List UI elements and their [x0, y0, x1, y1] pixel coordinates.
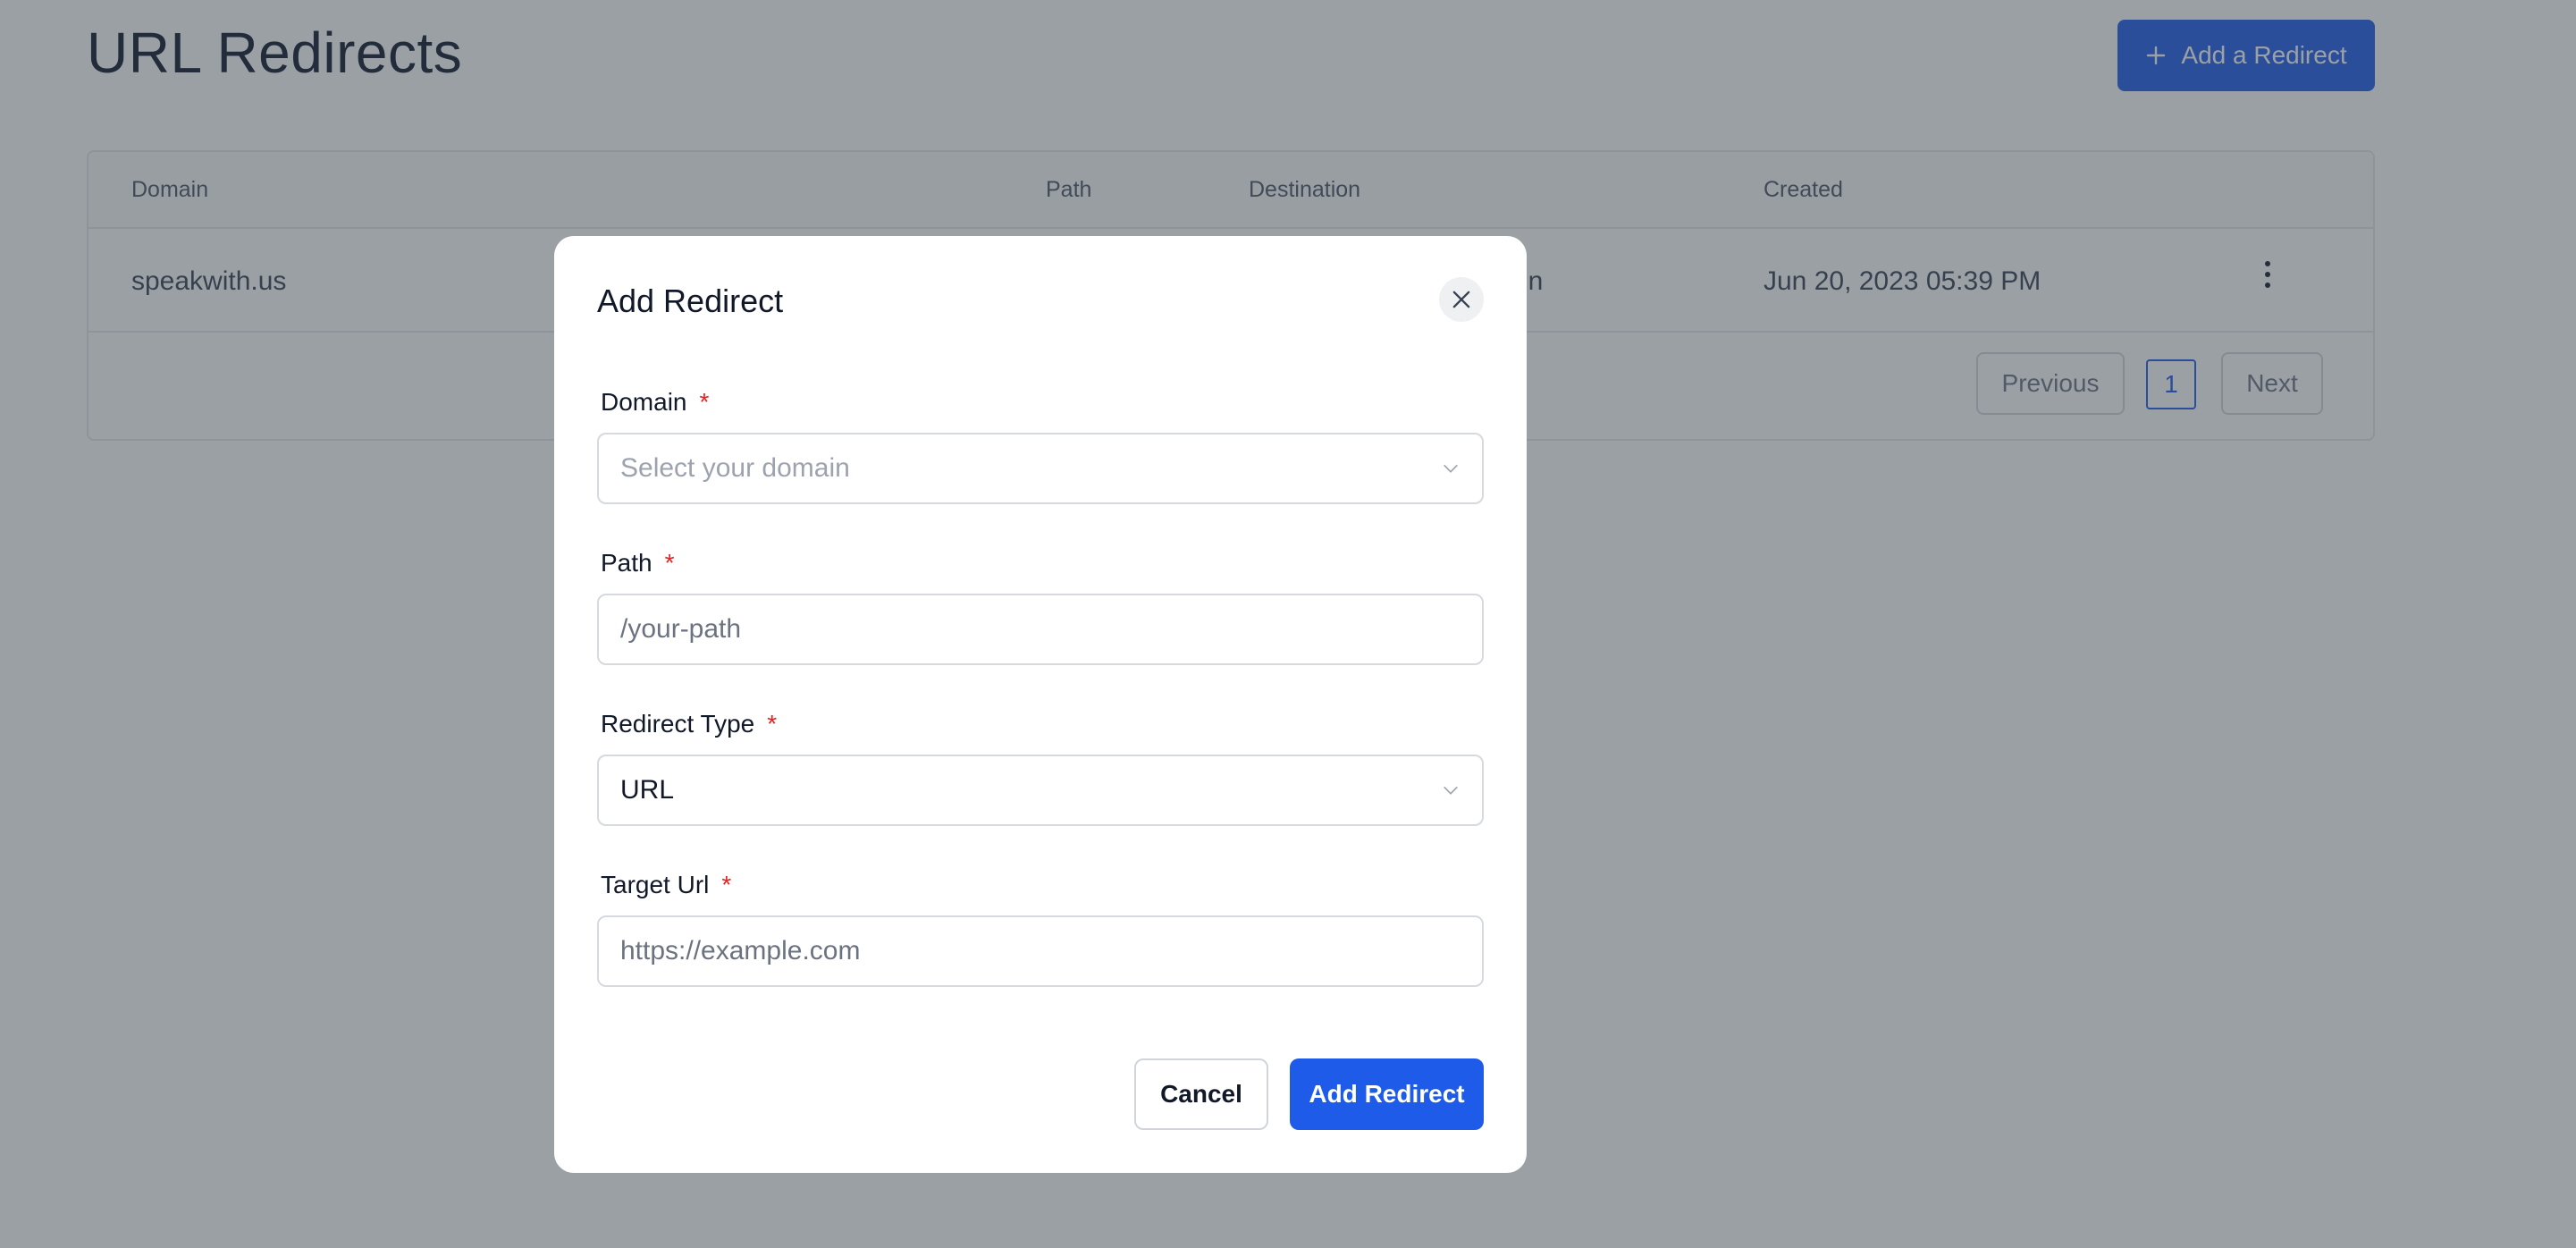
- target-url-label: Target Url *: [601, 871, 732, 898]
- redirect-type-select[interactable]: URL: [597, 755, 1484, 826]
- redirect-type-value: URL: [620, 775, 675, 805]
- cancel-button[interactable]: Cancel: [1134, 1058, 1268, 1130]
- chevron-down-icon: [1444, 464, 1458, 473]
- domain-select-placeholder: Select your domain: [620, 453, 850, 483]
- path-label: Path *: [601, 549, 675, 577]
- add-redirect-modal: Add Redirect Domain * Select your domain …: [554, 236, 1527, 1173]
- page: URL Redirects Add a Redirect Domain Path…: [0, 0, 2576, 1248]
- required-marker: *: [699, 388, 710, 416]
- required-marker: *: [721, 871, 732, 898]
- path-field[interactable]: [597, 594, 1484, 665]
- domain-select[interactable]: Select your domain: [597, 433, 1484, 504]
- chevron-down-icon: [1444, 786, 1458, 795]
- close-icon: [1452, 291, 1470, 308]
- redirect-type-label: Redirect Type *: [601, 710, 778, 738]
- target-url-field[interactable]: [597, 915, 1484, 987]
- modal-close-button[interactable]: [1439, 277, 1484, 322]
- required-marker: *: [767, 710, 778, 738]
- domain-label: Domain *: [601, 388, 710, 416]
- target-url-input[interactable]: [620, 936, 1461, 966]
- path-input[interactable]: [620, 614, 1461, 645]
- required-marker: *: [664, 549, 675, 577]
- modal-title: Add Redirect: [597, 282, 784, 319]
- add-redirect-submit-button[interactable]: Add Redirect: [1290, 1058, 1484, 1130]
